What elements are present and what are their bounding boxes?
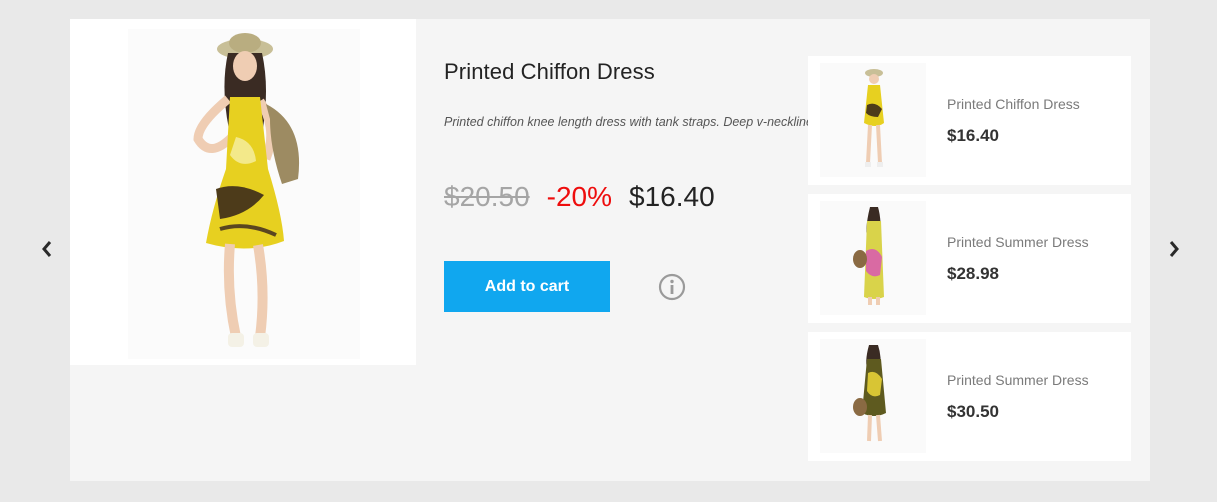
discount-badge: -20% xyxy=(546,181,613,212)
product-panel: Printed Chiffon Dress Printed chiffon kn… xyxy=(70,19,1150,481)
related-products-list: Printed Chiffon Dress $16.40 Printed Sum… xyxy=(808,56,1131,470)
product-title[interactable]: Printed Chiffon Dress xyxy=(444,59,808,85)
related-product-image xyxy=(820,339,926,453)
related-product-price: $16.40 xyxy=(947,126,999,145)
related-product-price: $30.50 xyxy=(947,402,999,421)
related-product-card[interactable]: Printed Summer Dress $28.98 xyxy=(808,194,1131,323)
old-price: $20.50 xyxy=(444,181,530,212)
product-actions: Add to cart xyxy=(444,261,808,312)
related-product-name[interactable]: Printed Chiffon Dress xyxy=(947,96,1080,112)
related-product-name[interactable]: Printed Summer Dress xyxy=(947,234,1089,250)
related-product-price: $28.98 xyxy=(947,264,999,283)
product-image[interactable] xyxy=(70,19,416,365)
chevron-right-icon xyxy=(1169,241,1179,257)
add-to-cart-button[interactable]: Add to cart xyxy=(444,261,610,312)
related-product-card[interactable]: Printed Summer Dress $30.50 xyxy=(808,332,1131,461)
current-price: $16.40 xyxy=(629,181,715,212)
related-product-name[interactable]: Printed Summer Dress xyxy=(947,372,1089,388)
chevron-left-icon xyxy=(42,241,52,257)
product-info: Printed Chiffon Dress Printed chiffon kn… xyxy=(444,59,808,312)
product-description: Printed chiffon knee length dress with t… xyxy=(444,115,808,129)
related-product-image xyxy=(820,201,926,315)
carousel-next-button[interactable] xyxy=(1162,237,1186,261)
info-circle-icon[interactable] xyxy=(658,273,686,301)
related-product-image xyxy=(820,63,926,177)
related-product-card[interactable]: Printed Chiffon Dress $16.40 xyxy=(808,56,1131,185)
price-block: $20.50 -20% $16.40 xyxy=(444,181,808,213)
carousel-prev-button[interactable] xyxy=(35,237,59,261)
dress-model-image xyxy=(128,29,360,359)
